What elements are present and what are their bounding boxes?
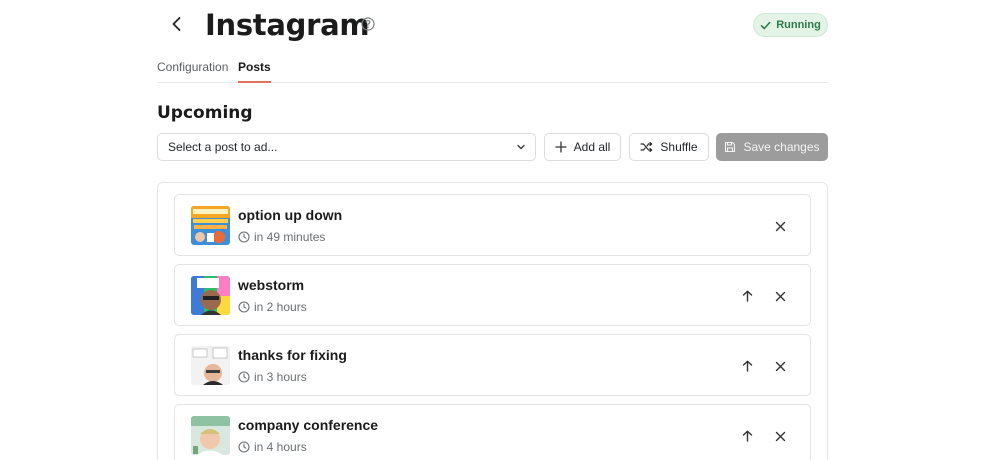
post-time-label: in 4 hours	[254, 440, 307, 454]
post-thumbnail	[191, 416, 230, 455]
close-icon	[775, 361, 785, 371]
shuffle-icon	[640, 141, 653, 153]
post-item[interactable]: company conference in 4 hours	[174, 404, 811, 460]
clock-icon	[238, 301, 250, 313]
status-badge: Running	[753, 13, 828, 37]
arrow-up-icon	[742, 360, 752, 372]
close-icon	[775, 221, 785, 231]
post-thumbnail	[191, 276, 230, 315]
help-button[interactable]	[361, 17, 375, 31]
post-thumbnail	[191, 346, 230, 385]
post-time: in 3 hours	[238, 370, 307, 384]
clock-icon	[238, 371, 250, 383]
post-title: webstorm	[238, 277, 305, 293]
arrow-up-icon	[742, 430, 752, 442]
help-circle-icon	[361, 17, 375, 31]
post-item[interactable]: webstorm in 2 hours	[174, 264, 811, 326]
shuffle-label: Shuffle	[660, 140, 698, 154]
remove-post-button[interactable]	[772, 288, 788, 304]
post-title: option up down	[238, 207, 343, 223]
remove-post-button[interactable]	[772, 358, 788, 374]
save-changes-button[interactable]: Save changes	[716, 133, 828, 161]
upcoming-post-list: option up down in 49 minutes webstorm in…	[157, 182, 828, 460]
add-all-button[interactable]: Add all	[544, 133, 621, 161]
plus-icon	[554, 141, 567, 153]
save-icon	[725, 141, 736, 153]
remove-post-button[interactable]	[772, 428, 788, 444]
tab-configuration[interactable]: Configuration	[157, 60, 228, 81]
shuffle-button[interactable]: Shuffle	[629, 133, 709, 161]
close-icon	[775, 291, 785, 301]
section-title: Upcoming	[157, 103, 253, 123]
arrow-up-icon	[742, 290, 752, 302]
save-changes-label: Save changes	[743, 140, 820, 154]
close-icon	[775, 431, 785, 441]
page-title: Instagram	[205, 8, 370, 42]
status-label: Running	[776, 19, 821, 31]
post-time-label: in 2 hours	[254, 300, 307, 314]
post-select[interactable]: Select a post to ad...	[157, 133, 536, 161]
clock-icon	[238, 441, 250, 453]
post-thumbnail	[191, 206, 230, 245]
post-title: thanks for fixing	[238, 347, 347, 363]
chevron-left-icon	[172, 17, 181, 31]
add-all-label: Add all	[573, 140, 611, 154]
post-title: company conference	[238, 417, 379, 433]
move-up-button[interactable]	[739, 428, 755, 444]
header: Instagram Running	[157, 6, 828, 46]
post-time-label: in 49 minutes	[254, 230, 326, 244]
check-icon	[760, 21, 771, 29]
back-button[interactable]	[165, 12, 189, 36]
post-time: in 49 minutes	[238, 230, 325, 244]
chevron-down-icon	[517, 144, 525, 150]
post-time: in 2 hours	[238, 300, 307, 314]
post-time-label: in 3 hours	[254, 370, 307, 384]
page: Instagram Running Configuration Posts Up…	[0, 0, 1000, 460]
clock-icon	[238, 231, 250, 243]
post-item[interactable]: thanks for fixing in 3 hours	[174, 334, 811, 396]
post-select-placeholder: Select a post to ad...	[168, 140, 278, 154]
tab-bar: Configuration Posts	[157, 56, 828, 83]
post-time: in 4 hours	[238, 440, 307, 454]
tab-posts[interactable]: Posts	[238, 60, 271, 83]
move-up-button[interactable]	[739, 288, 755, 304]
move-up-button[interactable]	[739, 358, 755, 374]
post-item[interactable]: option up down in 49 minutes	[174, 194, 811, 256]
remove-post-button[interactable]	[772, 218, 788, 234]
